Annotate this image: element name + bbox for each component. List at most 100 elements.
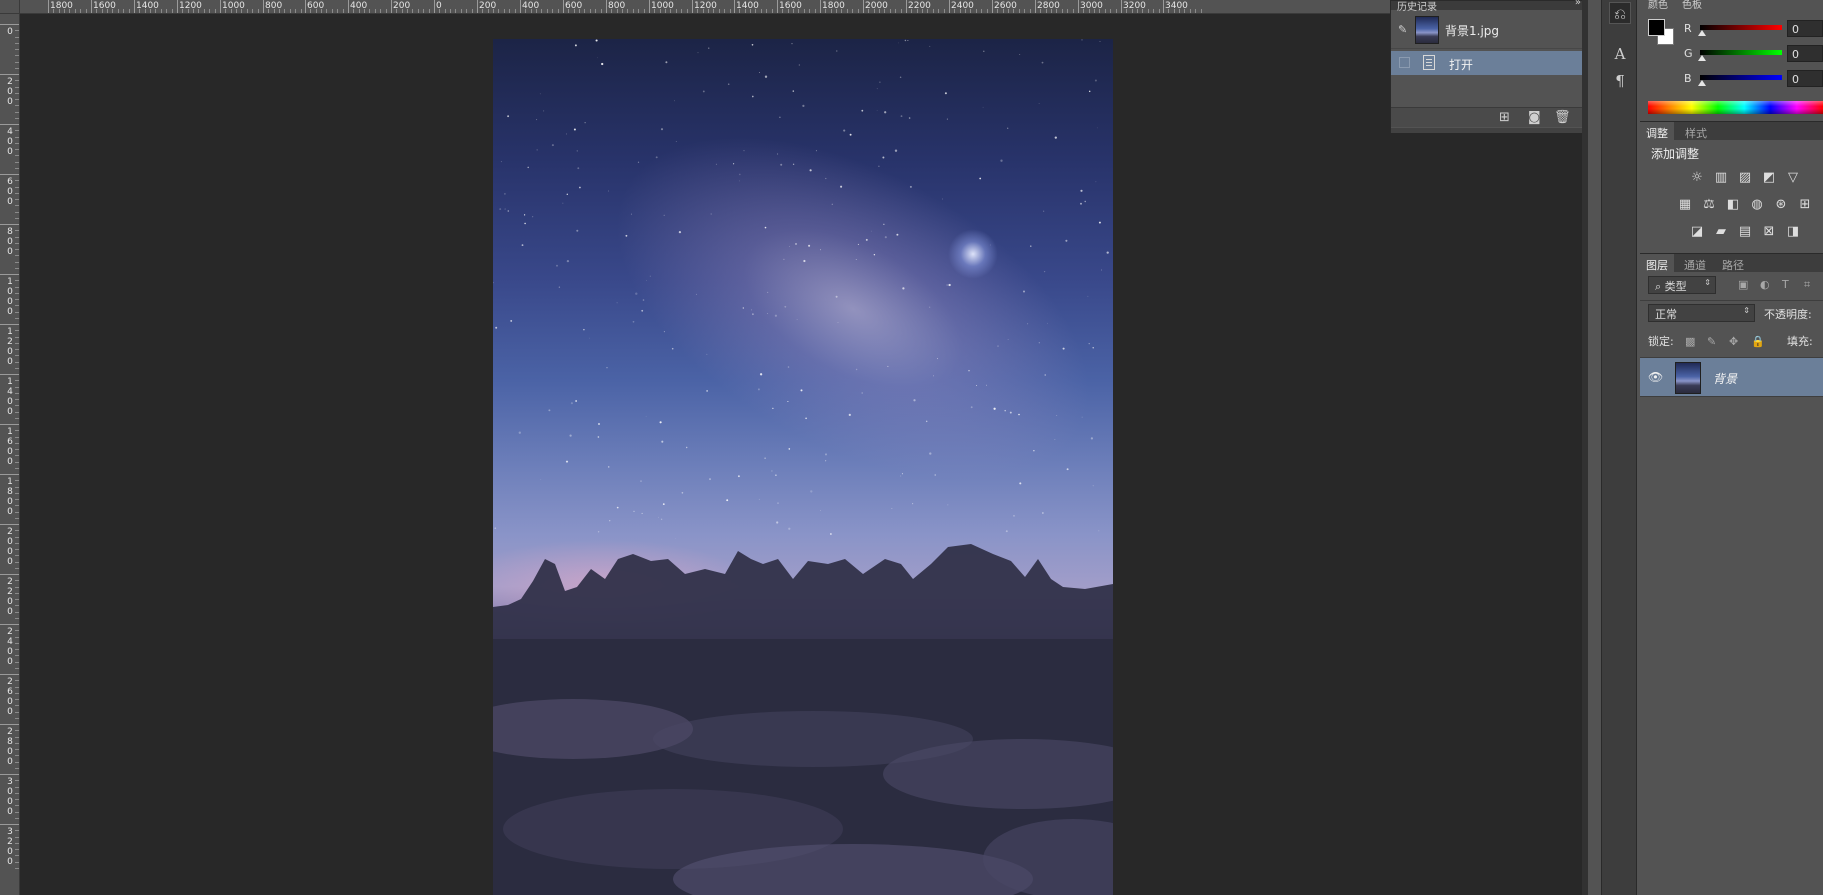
channel-mixer-icon[interactable]: ⊛ — [1773, 197, 1789, 213]
filter-shape-icon[interactable]: ⌗ — [1804, 278, 1810, 292]
history-brush-checkbox[interactable] — [1399, 57, 1410, 68]
tab-swatches[interactable]: 色板 — [1682, 0, 1702, 11]
history-panel-icon[interactable]: ⎌ — [1609, 2, 1631, 24]
curves-icon[interactable]: ▨ — [1737, 170, 1753, 186]
red-slider-handle[interactable] — [1698, 30, 1706, 36]
red-value-input[interactable]: 0 — [1787, 20, 1823, 37]
ruler-minor-tick — [633, 9, 634, 13]
star-dot — [983, 50, 985, 53]
star-dot — [1007, 127, 1009, 129]
ruler-tick — [0, 824, 19, 825]
panel-resize-grip[interactable] — [1391, 128, 1601, 133]
collapse-panel-icon[interactable]: » — [1575, 0, 1581, 8]
star-dot — [795, 243, 797, 245]
ruler-label: 600 — [7, 177, 13, 207]
star-dot — [787, 400, 789, 403]
history-panel-header[interactable]: 历史记录 » ≡ — [1391, 0, 1601, 13]
ruler-minor-tick — [64, 9, 65, 13]
ruler-minor-tick — [15, 305, 19, 306]
star-dot — [882, 156, 885, 159]
hue-saturation-icon[interactable]: ▦ — [1677, 197, 1693, 213]
lock-all-icon[interactable]: 🔒 — [1751, 335, 1765, 348]
blue-slider[interactable] — [1700, 75, 1782, 80]
selective-color-icon[interactable]: ⊠ — [1761, 224, 1777, 240]
trash-icon[interactable]: 🗑 — [1554, 110, 1571, 125]
lock-transparent-pixels-icon[interactable]: ▩ — [1685, 335, 1695, 348]
ruler-minor-tick — [15, 718, 19, 719]
ruler-minor-tick — [15, 599, 19, 600]
gradient-map-icon[interactable]: ◨ — [1785, 224, 1801, 240]
tab-paths[interactable]: 路径 — [1716, 254, 1750, 273]
invert-icon[interactable]: ◪ — [1689, 224, 1705, 240]
ruler-tick — [0, 374, 19, 375]
star-dot — [642, 299, 645, 301]
lock-position-icon[interactable]: ✥ — [1729, 335, 1738, 348]
ruler-tick — [91, 0, 92, 13]
layer-row-background[interactable]: 👁 背景 — [1640, 357, 1823, 397]
black-white-icon[interactable]: ◧ — [1725, 197, 1741, 213]
new-document-from-state-icon[interactable]: ⊞ — [1499, 110, 1510, 125]
exposure-icon[interactable]: ◩ — [1761, 170, 1777, 186]
color-balance-icon[interactable]: ⚖ — [1701, 197, 1717, 213]
ruler-minor-tick — [15, 749, 19, 750]
star-dot — [1033, 450, 1035, 452]
color-spectrum-ramp[interactable] — [1648, 101, 1823, 114]
foreground-color-swatch[interactable] — [1648, 19, 1665, 36]
green-slider[interactable] — [1700, 50, 1782, 55]
ruler-minor-tick — [15, 712, 19, 713]
star-dot — [595, 39, 598, 42]
star-dot — [913, 399, 916, 402]
star-dot — [1088, 90, 1091, 93]
tab-styles[interactable]: 样式 — [1679, 122, 1713, 141]
filter-adjustment-icon[interactable]: ◐ — [1760, 278, 1770, 291]
star-dot — [1019, 482, 1022, 485]
ruler-tick — [0, 674, 19, 675]
ruler-minor-tick — [15, 393, 19, 394]
star-dot — [739, 180, 740, 182]
lock-image-pixels-icon[interactable]: ✎ — [1707, 335, 1716, 348]
history-snapshot[interactable]: ✎ 背景1.jpg — [1391, 11, 1587, 49]
star-dot — [944, 92, 947, 95]
ruler-minor-tick — [455, 9, 456, 13]
filter-pixel-icon[interactable]: ▣ — [1738, 278, 1748, 291]
ruler-origin[interactable] — [0, 0, 20, 14]
ruler-minor-tick — [976, 9, 977, 13]
tab-channels[interactable]: 通道 — [1678, 254, 1712, 273]
tab-color[interactable]: 颜色 — [1648, 0, 1668, 11]
blue-slider-handle[interactable] — [1698, 80, 1706, 86]
horizontal-ruler[interactable]: 1800 1600 1400 1200 1000 800 600 400 200 0 200 400 6… — [0, 0, 1390, 14]
star-dot — [1092, 347, 1094, 349]
brightness-contrast-icon[interactable]: ☼ — [1689, 170, 1705, 186]
ruler-minor-tick — [15, 180, 19, 181]
blue-label: B — [1684, 72, 1692, 85]
threshold-icon[interactable]: ▤ — [1737, 224, 1753, 240]
blend-mode-select[interactable]: 正常 ⇕ — [1648, 304, 1755, 322]
blue-value-input[interactable]: 0 — [1787, 70, 1823, 87]
document-image[interactable] — [493, 39, 1113, 895]
color-panel-tabs: 颜色 色板 — [1640, 0, 1823, 11]
vertical-ruler[interactable]: 0 200 400 600 800 1000 1200 1400 1600 1800 2000 220… — [0, 14, 20, 895]
levels-icon[interactable]: ▥ — [1713, 170, 1729, 186]
photo-filter-icon[interactable]: ◍ — [1749, 197, 1765, 213]
history-brush-source-icon[interactable]: ✎ — [1398, 23, 1407, 36]
star-dot — [810, 490, 813, 493]
star-dot — [616, 302, 618, 304]
ruler-minor-tick — [15, 855, 19, 856]
paragraph-panel-icon[interactable]: ¶ — [1609, 70, 1631, 92]
filter-type-icon[interactable]: T — [1782, 278, 1789, 291]
camera-icon[interactable]: ◙ — [1528, 110, 1541, 125]
history-state-open[interactable]: 打开 — [1391, 51, 1587, 75]
character-panel-icon[interactable]: A — [1609, 43, 1631, 65]
tab-layers[interactable]: 图层 — [1640, 254, 1674, 273]
document-canvas-area[interactable] — [21, 15, 1390, 895]
vibrance-icon[interactable]: ▽ — [1785, 170, 1801, 186]
red-slider[interactable] — [1700, 25, 1782, 30]
green-slider-handle[interactable] — [1698, 55, 1706, 61]
color-lookup-icon[interactable]: ⊞ — [1797, 197, 1813, 213]
layer-filter-select[interactable]: ⌕ 类型 ⇕ — [1648, 276, 1716, 294]
tab-adjustments[interactable]: 调整 — [1640, 122, 1674, 141]
star-dot — [1038, 103, 1040, 104]
posterize-icon[interactable]: ▰ — [1713, 224, 1729, 240]
visibility-eye-icon[interactable]: 👁 — [1648, 370, 1663, 384]
green-value-input[interactable]: 0 — [1787, 45, 1823, 62]
